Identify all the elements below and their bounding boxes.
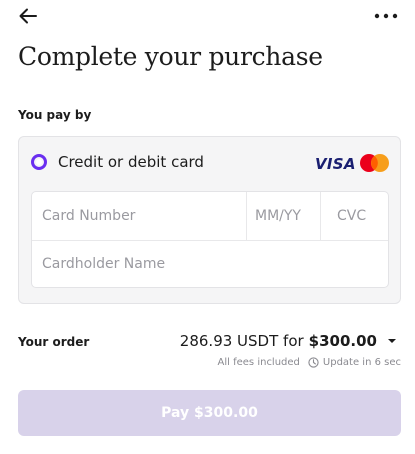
card-number-input[interactable] <box>32 192 246 240</box>
update-countdown: Update in 6 sec <box>322 357 401 368</box>
pay-by-label: You pay by <box>18 108 92 122</box>
method-radio[interactable] <box>31 154 47 170</box>
fees-info: All fees included Update in 6 sec <box>218 357 401 368</box>
crypto-amount: 286.93 USDT for <box>179 332 304 350</box>
mastercard-logo-icon <box>360 154 389 172</box>
arrow-left-icon <box>19 8 37 24</box>
payment-method-option[interactable]: Credit or debit card <box>31 153 204 171</box>
fees-note: All fees included <box>217 357 300 368</box>
cardholder-name-input[interactable] <box>32 240 388 288</box>
chevron-down-icon <box>388 339 396 343</box>
order-amount-dropdown[interactable]: 286.93 USDT for $300.00 <box>180 332 397 350</box>
pay-button[interactable]: Pay $300.00 <box>18 390 401 436</box>
more-options-button[interactable] <box>371 4 401 28</box>
payment-method-card[interactable]: Credit or debit card VISA <box>18 136 401 304</box>
visa-logo: VISA <box>315 155 356 173</box>
method-label[interactable]: Credit or debit card <box>58 153 204 171</box>
more-horizontal-icon <box>374 13 398 19</box>
page-title: Complete your purchase <box>18 42 323 71</box>
expiry-input[interactable] <box>246 192 320 240</box>
cardholder-row <box>32 240 388 288</box>
card-details-row <box>32 192 388 241</box>
radio-selected-dot <box>36 159 42 165</box>
fiat-amount: $300.00 <box>308 332 377 350</box>
checkout-page: Complete your purchase You pay by Credit… <box>0 0 415 454</box>
clock-icon <box>308 357 319 368</box>
your-order-label: Your order <box>18 335 90 349</box>
cvc-input[interactable] <box>320 192 388 240</box>
card-form <box>31 191 389 288</box>
back-button[interactable] <box>16 4 40 28</box>
